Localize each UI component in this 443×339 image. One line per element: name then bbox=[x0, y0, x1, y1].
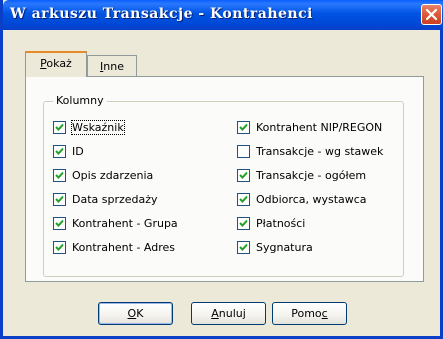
tab-pokaz[interactable]: Pokaż bbox=[25, 51, 87, 77]
checkmark-icon bbox=[55, 123, 64, 131]
groupbox-title: Kolumny bbox=[53, 94, 107, 107]
checkmark-icon bbox=[239, 123, 248, 131]
checkbox-label: Kontrahent - Adres bbox=[72, 241, 176, 254]
checkbox-box[interactable] bbox=[53, 193, 66, 206]
close-button[interactable] bbox=[421, 4, 442, 25]
checkbox-box[interactable] bbox=[53, 241, 66, 254]
checkbox-label: Płatności bbox=[256, 217, 306, 230]
checkbox-label: Data sprzedaży bbox=[72, 193, 158, 206]
checkbox-box[interactable] bbox=[237, 217, 250, 230]
tab-label: okaż bbox=[46, 57, 72, 70]
columns-groupbox: Kolumny Wskaźnik ID Opis zdarzenia Data … bbox=[43, 94, 404, 277]
button-label-accel: A bbox=[211, 307, 219, 320]
title-bar[interactable]: W arkuszu Transakcje - Kontrahenci bbox=[3, 0, 443, 30]
checkbox-box[interactable] bbox=[237, 121, 250, 134]
cancel-button[interactable]: Anuluj bbox=[191, 302, 266, 325]
checkbox-label: ID bbox=[72, 145, 84, 158]
checkbox-box[interactable] bbox=[53, 169, 66, 182]
checkbox-label: Kontrahent NIP/REGON bbox=[256, 121, 383, 134]
ok-button[interactable]: OK bbox=[98, 302, 173, 325]
checkmark-icon bbox=[55, 195, 64, 203]
tab-panel: Kolumny Wskaźnik ID Opis zdarzenia Data … bbox=[25, 76, 424, 282]
checkbox-box[interactable] bbox=[237, 193, 250, 206]
tab-label: nne bbox=[103, 60, 124, 73]
checkbox-box[interactable] bbox=[237, 169, 250, 182]
button-label: nuluj bbox=[218, 307, 246, 320]
button-label: K bbox=[136, 307, 144, 320]
button-label: Pomo bbox=[291, 307, 322, 320]
checkmark-icon bbox=[55, 171, 64, 179]
button-label-accel: O bbox=[127, 307, 137, 320]
checkmark-icon bbox=[55, 147, 64, 155]
checkmark-icon bbox=[239, 171, 248, 179]
dialog-window: W arkuszu Transakcje - Kontrahenci Pokaż… bbox=[0, 0, 443, 339]
checkbox-label: Odbiorca, wystawca bbox=[256, 193, 367, 206]
checkbox-label: Kontrahent - Grupa bbox=[72, 217, 178, 230]
window-title: W arkuszu Transakcje - Kontrahenci bbox=[10, 6, 313, 22]
checkmark-icon bbox=[239, 243, 248, 251]
checkmark-icon bbox=[55, 243, 64, 251]
checkbox-box[interactable] bbox=[53, 217, 66, 230]
tab-inne[interactable]: Inne bbox=[87, 55, 137, 76]
checkbox-box[interactable] bbox=[53, 121, 66, 134]
checkmark-icon bbox=[239, 219, 248, 227]
close-icon bbox=[425, 8, 438, 21]
checkbox-label: Opis zdarzenia bbox=[72, 169, 154, 182]
button-label-accel: c bbox=[321, 307, 328, 320]
checkmark-icon bbox=[239, 195, 248, 203]
help-button[interactable]: Pomoc bbox=[272, 302, 347, 325]
checkbox-label: Wskaźnik bbox=[71, 120, 125, 135]
checkbox-box[interactable] bbox=[53, 145, 66, 158]
checkbox-box[interactable] bbox=[237, 241, 250, 254]
checkbox-label: Transakcje - ogółem bbox=[256, 169, 367, 182]
checkbox-label: Sygnatura bbox=[256, 241, 313, 254]
checkbox-label: Transakcje - wg stawek bbox=[256, 145, 384, 158]
checkbox-box[interactable] bbox=[237, 145, 250, 158]
checkmark-icon bbox=[55, 219, 64, 227]
